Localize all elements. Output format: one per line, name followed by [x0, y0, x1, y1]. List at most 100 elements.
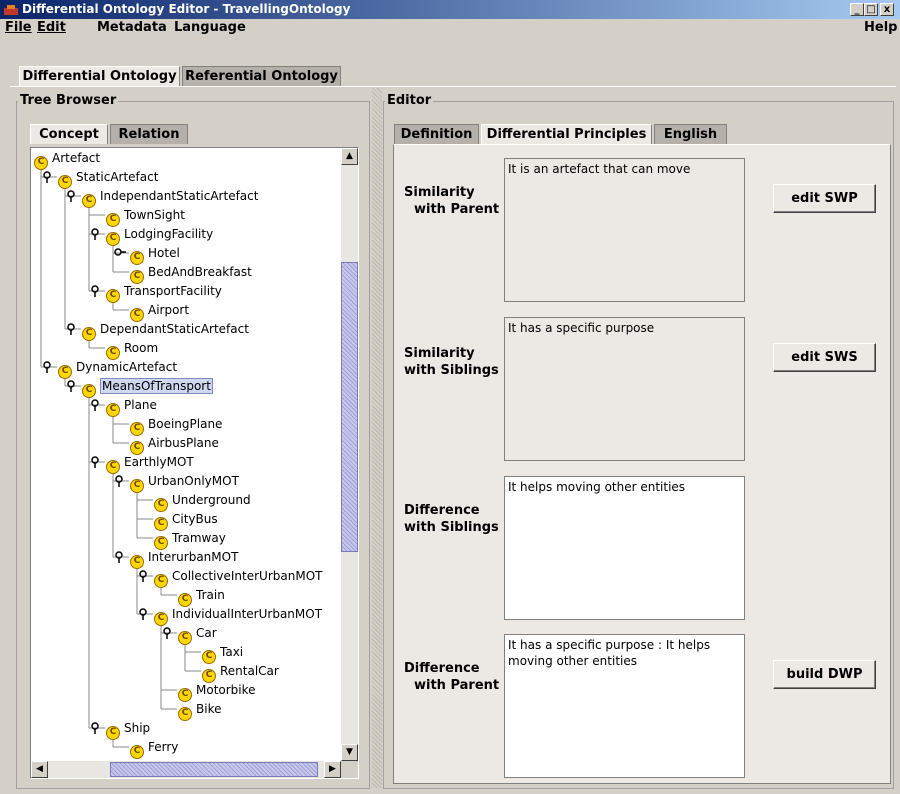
expanded-handle-icon[interactable] [90, 228, 100, 243]
scroll-left-arrow-icon[interactable]: ◀ [31, 761, 48, 778]
tree-node-label: Artefact [52, 151, 101, 165]
tree-node[interactable]: C Taxi [202, 643, 243, 664]
expanded-handle-icon[interactable] [90, 399, 100, 414]
tab-differential-principles[interactable]: Differential Principles [481, 124, 652, 144]
tree-node-label: Ferry [148, 740, 179, 754]
scroll-up-arrow-icon[interactable]: ▲ [341, 148, 358, 165]
title-bar[interactable]: Differential Ontology Editor - Travellin… [0, 0, 900, 19]
build-dwp-button[interactable]: build DWP [773, 660, 876, 689]
expanded-handle-icon[interactable] [66, 323, 76, 338]
tree-node[interactable]: C Underground [154, 491, 251, 512]
expanded-handle-icon[interactable] [90, 285, 100, 300]
tree-node[interactable]: C CityBus [154, 510, 218, 531]
concept-icon: C [82, 384, 96, 398]
tree-node[interactable]: C StaticArtefact [58, 168, 158, 189]
expanded-handle-icon[interactable] [138, 608, 148, 623]
tree-node[interactable]: C Train [178, 586, 225, 607]
tree-node[interactable]: C MeansOfTransport [82, 377, 213, 398]
expanded-handle-icon[interactable] [114, 475, 124, 490]
tree-node[interactable]: C DependantStaticArtefact [82, 320, 249, 341]
expanded-handle-icon[interactable] [114, 551, 124, 566]
concept-tree[interactable]: C Artefact C StaticArtefact C IndependantStat… [31, 148, 341, 761]
menu-help[interactable]: Help [864, 20, 897, 35]
edit-swp-button[interactable]: edit SWP [773, 184, 876, 213]
difference-with-siblings-text[interactable]: It helps moving other entities [504, 476, 745, 620]
tree-node[interactable]: C RentalCar [202, 662, 279, 683]
tree-node[interactable]: C Motorbike [178, 681, 256, 702]
tree-node[interactable]: C Ferry [130, 738, 179, 759]
concept-icon: C [106, 726, 120, 740]
tab-definition[interactable]: Definition [394, 124, 479, 144]
close-button[interactable]: x [880, 3, 894, 16]
expanded-handle-icon[interactable] [138, 570, 148, 585]
tab-differential-ontology[interactable]: Differential Ontology [19, 66, 180, 86]
tree-node[interactable]: C Room [106, 339, 159, 360]
maximize-button[interactable]: □ [864, 3, 878, 16]
expanded-handle-icon[interactable] [66, 190, 76, 205]
tree-node[interactable]: C Hotel [130, 244, 180, 265]
tree-node[interactable]: C LodgingFacility [106, 225, 213, 246]
tree-node[interactable]: C IndividualInterUrbanMOT [154, 605, 323, 626]
expanded-handle-icon[interactable] [90, 722, 100, 737]
tree-vertical-scroll-thumb[interactable] [341, 262, 358, 552]
expanded-handle-icon[interactable] [42, 361, 52, 376]
tree-node-label: Motorbike [196, 683, 256, 697]
tree-node[interactable]: C AirbusPlane [130, 434, 219, 455]
tree-node[interactable]: C Tramway [154, 529, 226, 550]
scroll-right-arrow-icon[interactable]: ▶ [324, 761, 341, 778]
tree-node-label: EarthlyMOT [124, 455, 194, 469]
edit-sws-button[interactable]: edit SWS [773, 343, 876, 372]
tree-node[interactable]: C Airport [130, 301, 189, 322]
tab-english[interactable]: English [654, 124, 727, 144]
menu-file-label: File [5, 20, 32, 35]
menu-edit[interactable]: Edit [37, 20, 66, 35]
tree-node-label: MeansOfTransport [100, 378, 213, 394]
tree-node[interactable]: C BoeingPlane [130, 415, 222, 436]
tab-relation[interactable]: Relation [110, 124, 188, 144]
expanded-handle-icon[interactable] [90, 456, 100, 471]
tree-node[interactable]: C Plane [106, 396, 157, 417]
tab-referential-ontology[interactable]: Referential Ontology [182, 66, 341, 86]
tree-node-label: Bike [196, 702, 222, 716]
similarity-with-siblings-text[interactable]: It has a specific purpose [504, 317, 745, 461]
tree-node-label: IndependantStaticArtefact [100, 189, 259, 203]
tree-node[interactable]: C IndependantStaticArtefact [82, 187, 259, 208]
label-line: Similarity [404, 346, 475, 361]
tree-node-label: TownSight [124, 208, 185, 222]
tree-horizontal-scroll-thumb[interactable] [110, 762, 318, 777]
expanded-handle-icon[interactable] [42, 171, 52, 186]
expanded-handle-icon[interactable] [162, 627, 172, 642]
difference-with-parent-text[interactable]: It has a specific purpose : It helps mov… [504, 634, 745, 778]
split-pane-divider[interactable] [372, 88, 382, 788]
tree-node[interactable]: C UrbanOnlyMOT [130, 472, 239, 493]
tree-node[interactable]: C EarthlyMOT [106, 453, 194, 474]
tree-node[interactable]: C TransportFacility [106, 282, 222, 303]
menu-file[interactable]: File [5, 20, 32, 35]
tree-node[interactable]: C Ship [106, 719, 150, 740]
tree-node[interactable]: C CollectiveInterUrbanMOT [154, 567, 322, 588]
menu-metadata[interactable]: Metadata [97, 20, 167, 35]
tree-node[interactable]: C DynamicArtefact [58, 358, 177, 379]
collapsed-handle-icon[interactable] [114, 247, 126, 260]
tree-node-label: IndividualInterUrbanMOT [172, 607, 323, 621]
tab-concept[interactable]: Concept [30, 124, 108, 144]
tree-node[interactable]: C Car [178, 624, 217, 645]
minimize-button[interactable]: _ [850, 3, 864, 16]
tree-node[interactable]: C BedAndBreakfast [130, 263, 252, 284]
tree-node-label: Room [124, 341, 159, 355]
similarity-with-parent-text[interactable]: It is an artefact that can move [504, 158, 745, 302]
tree-node[interactable]: C Bike [178, 700, 222, 721]
concept-icon: C [82, 194, 96, 208]
menu-language[interactable]: Language [174, 20, 246, 35]
label-line: with Siblings : [404, 520, 509, 535]
editor-title: Editor [385, 93, 434, 108]
tree-node[interactable]: C TownSight [106, 206, 185, 227]
tree-node-label: AirbusPlane [148, 436, 219, 450]
tree-node-label: DependantStaticArtefact [100, 322, 249, 336]
scroll-down-arrow-icon[interactable]: ▼ [341, 744, 358, 761]
tree-node[interactable]: C InterurbanMOT [130, 548, 238, 569]
similarity-with-parent-label: Similarity with Parent : [404, 184, 509, 218]
expanded-handle-icon[interactable] [66, 380, 76, 395]
tree-node[interactable]: C Artefact [34, 149, 101, 170]
tree-node-label: CityBus [172, 512, 218, 526]
